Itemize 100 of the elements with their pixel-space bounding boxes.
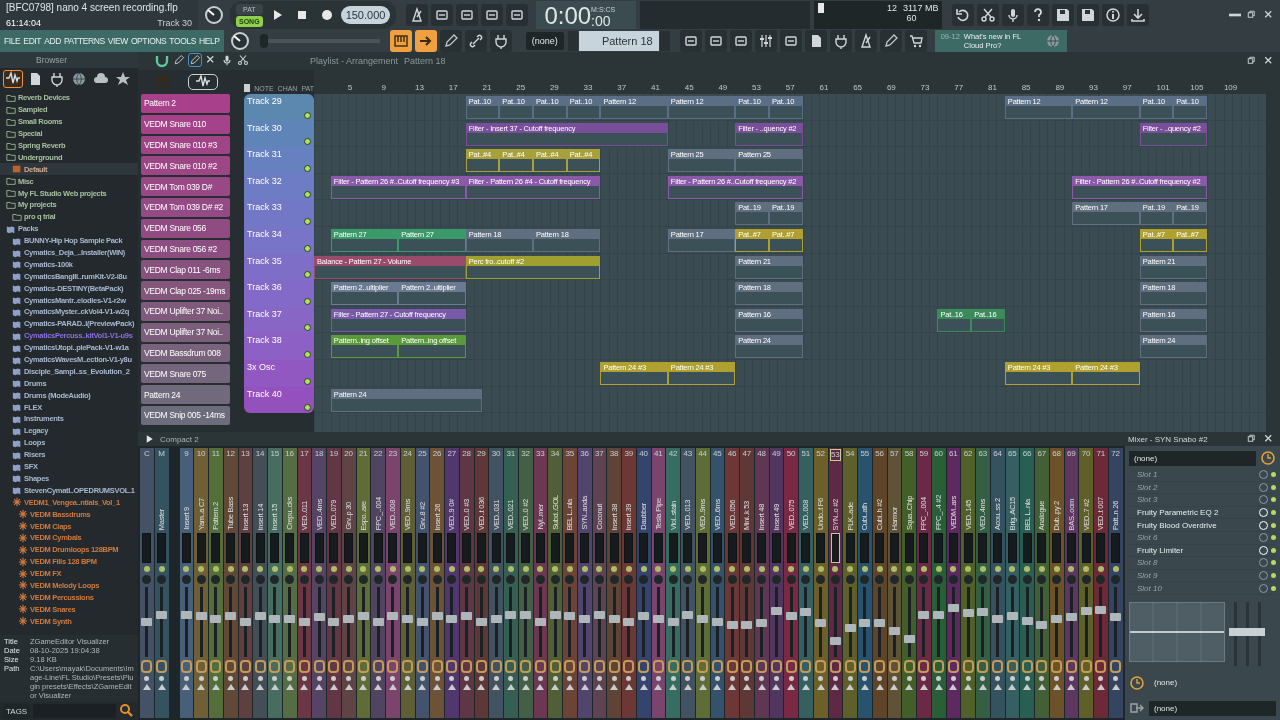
strip-number: 49 <box>771 449 781 460</box>
effect-slot[interactable]: Fruity Parametric EQ 2 <box>1129 506 1276 520</box>
strip-number: 72 <box>1111 449 1121 460</box>
menu-item[interactable]: EDIT <box>23 36 42 46</box>
channel-button[interactable]: Pattern 24 <box>141 385 230 404</box>
strip-number: C <box>144 449 150 460</box>
bar-number: 13 <box>415 83 424 92</box>
time-centiseconds: :00 <box>591 13 611 29</box>
bar-number: 89 <box>1055 83 1065 92</box>
strip-number: 16 <box>285 449 295 460</box>
effect-slot[interactable]: Slot 3 <box>1129 494 1276 507</box>
channel-button[interactable]: VEDM Snare 010 #3 <box>141 135 230 155</box>
tags-button[interactable]: TAGS <box>3 703 31 719</box>
channel-button[interactable]: VEDM Snare 010 #2 <box>141 156 230 176</box>
track-header[interactable]: Track 37 <box>244 306 314 334</box>
bar-number: 61 <box>819 83 829 92</box>
tempo-field[interactable]: 150.000 <box>340 6 391 24</box>
track-header[interactable]: 3x Osc <box>244 359 314 387</box>
strip-number: 38 <box>609 449 619 460</box>
song-position: 61:14:04 <box>6 18 42 28</box>
menu-item[interactable]: HELP <box>199 36 220 46</box>
snap-selector[interactable]: (none) <box>525 32 564 50</box>
bar-number: 73 <box>920 83 930 92</box>
strip-number: 64 <box>993 449 1003 460</box>
preset-selector[interactable]: (none) <box>1129 450 1256 466</box>
strip-number: 26 <box>432 449 442 460</box>
mixer-view-preset[interactable]: Compact 2 <box>160 434 199 444</box>
bar-number: 25 <box>516 83 526 92</box>
effect-slot[interactable]: Fruity Blood Overdrive <box>1129 519 1276 532</box>
track-header[interactable]: Track 40 <box>244 386 314 414</box>
channel-button[interactable]: VEDM Snare 056 #2 <box>141 239 230 259</box>
bar-number: 29 <box>549 83 559 92</box>
channel-button[interactable]: VEDM Tom 039 D# <box>141 177 230 196</box>
channel-button[interactable]: VEDM Snare 010 <box>141 114 230 134</box>
channel-button[interactable]: VEDM Clap 025 -19ms <box>141 281 230 300</box>
strip-number: 68 <box>1052 449 1062 460</box>
strip-number: 59 <box>919 449 929 460</box>
strip-number: 33 <box>535 449 545 460</box>
track-header[interactable]: Track 34 <box>244 226 314 254</box>
menu-item[interactable]: PATTERNS <box>63 36 105 46</box>
track-header[interactable]: Track 36 <box>244 280 314 307</box>
effect-slot[interactable]: Slot 2 <box>1129 481 1276 495</box>
track-header[interactable]: Track 38 <box>244 333 314 360</box>
bar-number: 109 <box>1223 83 1238 92</box>
track-header[interactable]: Track 32 <box>244 173 314 201</box>
effect-slot[interactable]: Slot 9 <box>1129 569 1276 583</box>
strip-number: 67 <box>1037 449 1047 460</box>
menu-item[interactable]: ADD <box>44 36 61 46</box>
track-header[interactable]: Track 35 <box>244 253 314 281</box>
track-header[interactable]: Track 33 <box>244 200 314 227</box>
track-header[interactable]: Track 31 <box>244 147 314 174</box>
strip-number: 9 <box>184 449 189 460</box>
menu-item[interactable]: OPTIONS <box>130 36 167 46</box>
effect-slot[interactable]: Fruity Limiter <box>1129 544 1276 558</box>
effect-slot[interactable]: Slot 10 <box>1129 582 1276 595</box>
effect-slot[interactable]: Slot 6 <box>1129 531 1276 545</box>
strip-number: 17 <box>299 449 309 460</box>
strip-number: 71 <box>1096 449 1106 460</box>
channel-button[interactable]: VEDM Bassdrum 008 <box>141 343 230 363</box>
pattern-selector[interactable]: Pattern 18 <box>578 31 659 51</box>
channel-button[interactable]: VEDM Snip 005 -14ms <box>141 405 230 425</box>
track-name: Track 38 <box>247 335 282 346</box>
effect-slot[interactable]: Slot 1 <box>1129 469 1276 482</box>
strip-number: 63 <box>978 449 988 460</box>
effect-slot[interactable]: Slot 8 <box>1129 557 1276 570</box>
bar-number: 41 <box>651 83 660 92</box>
strip-number: 46 <box>727 449 737 460</box>
strip-number: 28 <box>462 449 472 460</box>
channel-button[interactable]: VEDM Snare 075 <box>141 364 230 384</box>
strip-number: 45 <box>712 449 722 460</box>
strip-number: 18 <box>314 449 324 460</box>
track-header[interactable]: Track 30 <box>244 120 314 148</box>
cpu-readout: 12 <box>887 3 898 13</box>
mixer-title: Mixer - SYN Snabo #2 <box>1128 434 1208 444</box>
track-name: Track 29 <box>247 96 282 106</box>
project-title: [BFC0798] nano 4 screen recording.flp <box>6 2 179 13</box>
channel-button[interactable]: VEDM Clap 011 -6ms <box>141 260 230 280</box>
mixer-strip[interactable]: C <box>140 448 154 718</box>
input-selector[interactable]: (none) <box>1149 675 1276 691</box>
strip-number: 54 <box>845 449 855 460</box>
strip-number: 43 <box>683 449 693 460</box>
output-selector[interactable]: (none) <box>1149 700 1276 716</box>
channel-button[interactable]: VEDM Snare 056 <box>141 218 230 238</box>
channel-button[interactable]: VEDM Uplifter 37 Noi.. <box>141 322 230 342</box>
menu-item[interactable]: FILE <box>4 36 21 46</box>
track-header[interactable]: Track 29 <box>244 94 314 121</box>
strip-number: 60 <box>934 449 944 460</box>
menu-item[interactable]: VIEW <box>107 36 128 46</box>
bar-number: 17 <box>448 83 458 92</box>
track-name: Track 35 <box>247 255 282 266</box>
browser-title: Browser <box>36 55 68 65</box>
strip-number: 11 <box>211 449 221 460</box>
track-name: Track 33 <box>247 202 282 213</box>
channel-button[interactable]: VEDM Uplifter 37 Noi.. <box>141 301 230 321</box>
menu-item[interactable]: TOOLS <box>169 36 197 46</box>
strip-number: 22 <box>373 449 383 460</box>
channel-button[interactable]: Pattern 2 <box>141 94 230 113</box>
bar-number: 33 <box>583 83 593 92</box>
channel-button[interactable]: VEDM Tom 039 D# #2 <box>141 198 230 217</box>
strip-number: 30 <box>491 449 501 460</box>
